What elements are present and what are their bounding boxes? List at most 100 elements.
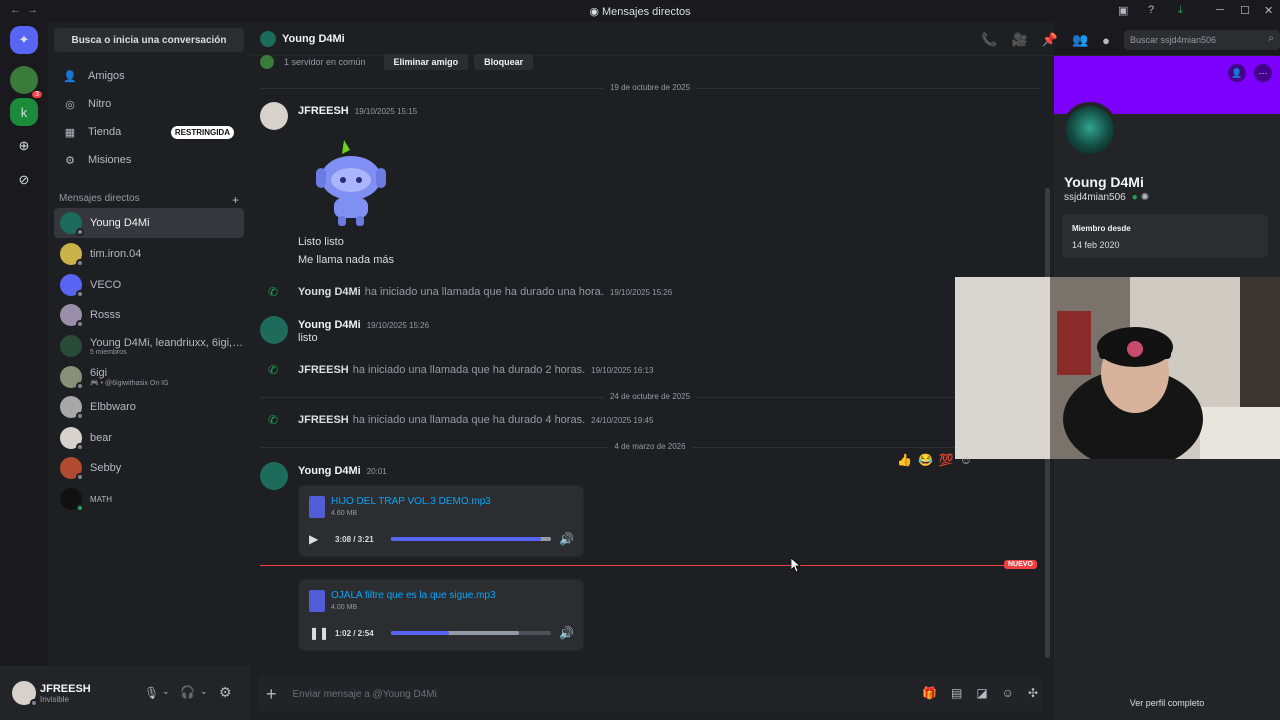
server-icon[interactable]: 3 [10, 66, 42, 98]
header-toolbar: 📞 🎥 📌 👥 ● Buscar ssjd4mian506 ⌕ [981, 30, 1280, 50]
call-author[interactable]: JFREESH [298, 414, 349, 426]
message-author[interactable]: JFREESH [298, 105, 349, 117]
dm-item[interactable]: bear [54, 423, 244, 453]
settings-gear-icon[interactable]: ⚙ [219, 684, 232, 701]
volume-icon[interactable]: 🔊 [559, 626, 574, 640]
user-info: JFREESH Invisible [40, 683, 91, 704]
message-input[interactable]: Enviar mensaje a @Young D4Mi [293, 689, 437, 700]
mention-badge: 3 [32, 91, 42, 98]
dm-header: Mensajes directos + [59, 193, 239, 207]
nav-shop[interactable]: ▦ Tienda RESTRINGIDA [56, 118, 244, 146]
remove-friend-button[interactable]: Eliminar amigo [383, 54, 469, 70]
pin-icon[interactable]: 📌 [1042, 32, 1058, 48]
message-timestamp: 19/10/2025 15:26 [366, 321, 430, 330]
profile-username: ssjd4mian506 ● ✺ [1064, 192, 1150, 203]
add-dm-icon[interactable]: + [232, 193, 239, 207]
wumpus-sticker [316, 140, 386, 226]
add-reaction-icon[interactable]: ☺ [960, 453, 972, 467]
reaction-thumbs-up[interactable]: 👍 [897, 453, 912, 467]
server-icon[interactable]: k [10, 98, 38, 126]
call-author[interactable]: JFREESH [298, 364, 349, 376]
mouse-cursor-icon [791, 558, 801, 572]
reaction-100[interactable]: 💯 [939, 453, 954, 467]
mutual-servers[interactable]: 1 servidor en común [284, 57, 366, 67]
nav-friends[interactable]: 👤 Amigos [56, 62, 244, 90]
gif-icon[interactable]: ▤ [951, 686, 962, 700]
help-icon[interactable]: ? [1148, 4, 1154, 16]
chat-header: Young D4Mi 📞 🎥 📌 👥 ● Buscar ssjd4mian506… [250, 22, 1280, 56]
voice-call-icon[interactable]: 📞 [981, 32, 997, 48]
apps-icon[interactable]: ✣ [1028, 686, 1038, 700]
explore-icon[interactable]: ⊘ [10, 166, 38, 194]
avatar [260, 30, 276, 47]
more-options-icon[interactable]: ⋯ [1254, 64, 1272, 82]
gift-icon[interactable]: 🎁 [922, 686, 937, 700]
close-button[interactable]: ✕ [1264, 4, 1273, 17]
dm-item[interactable]: tim.iron.04 [54, 239, 244, 269]
block-button[interactable]: Bloquear [474, 54, 534, 70]
avatar[interactable] [260, 462, 288, 490]
add-friends-icon[interactable]: 👥 [1072, 32, 1088, 48]
member-since-date: 14 feb 2020 [1072, 240, 1120, 250]
message-composer[interactable]: + Enviar mensaje a @Young D4Mi 🎁 ▤ ◪ ☺ ✣ [258, 676, 1042, 712]
reaction-laugh[interactable]: 😂 [918, 453, 933, 467]
chevron-down-icon[interactable]: ⌄ [162, 686, 170, 697]
inbox-icon[interactable]: ▣ [1118, 4, 1128, 17]
play-icon[interactable]: ▶ [309, 532, 325, 546]
audio-file-size: 4.60 MB [331, 510, 358, 517]
audio-file-name[interactable]: HIJO DEL TRAP VOL.3 DEMO.mp3 [331, 496, 491, 507]
dm-item[interactable]: VECO [54, 270, 244, 300]
profile-avatar[interactable] [1062, 102, 1118, 158]
nav-label: Misiones [88, 154, 132, 166]
dm-item[interactable]: Elbbwaro [54, 392, 244, 422]
emoji-icon[interactable]: ☺ [1002, 686, 1014, 700]
nav-nitro[interactable]: ◎ Nitro [56, 90, 244, 118]
message-author[interactable]: Young D4Mi [298, 319, 361, 331]
group-dm-item[interactable]: Young D4Mi, leandriuxx, 6igi, w... 5 miem… [54, 331, 244, 361]
audio-seek-bar[interactable] [391, 631, 551, 635]
add-server-icon[interactable]: ⊕ [10, 132, 38, 160]
dm-item[interactable]: 6igi 🎮 • @6igiwithasix On IG [54, 362, 244, 392]
add-friend-icon[interactable]: 👤 [1228, 64, 1246, 82]
avatar [60, 396, 84, 420]
call-log: ✆ JFREESH ha iniciado una llamada que ha d… [268, 413, 653, 427]
audio-progress [391, 631, 449, 635]
chevron-down-icon[interactable]: ⌄ [200, 686, 208, 697]
user-avatar[interactable] [12, 681, 38, 707]
minimize-button[interactable]: ─ [1216, 4, 1224, 16]
message-timestamp: 19/10/2025 15:15 [354, 107, 418, 116]
dm-item[interactable]: Rosss [54, 300, 244, 330]
headphones-icon[interactable]: 🎧 [180, 685, 195, 699]
dm-item[interactable]: Young D4Mi [54, 208, 244, 238]
audio-file-name[interactable]: OJALA filtre que es la que sigue.mp3 [331, 590, 496, 601]
sticker-icon[interactable]: ◪ [976, 686, 987, 700]
add-attachment-icon[interactable]: + [266, 684, 277, 705]
chat-search-input[interactable]: Buscar ssjd4mian506 ⌕ [1124, 30, 1280, 50]
video-call-icon[interactable]: 🎥 [1012, 32, 1028, 48]
conversation-search-button[interactable]: Busca o inicia una conversación [54, 28, 244, 52]
view-full-profile-link[interactable]: Ver perfil completo [1054, 698, 1280, 708]
volume-icon[interactable]: 🔊 [559, 532, 574, 546]
user-name: JFREESH [40, 682, 91, 695]
audio-seek-bar[interactable] [391, 537, 551, 541]
dm-item[interactable]: Sebby [54, 453, 244, 483]
avatar[interactable] [260, 102, 288, 130]
dm-name: 6igi [90, 367, 108, 379]
download-icon[interactable]: ⤓ [1178, 4, 1183, 17]
discord-home-icon[interactable]: ✦ [10, 26, 38, 54]
avatar [60, 274, 84, 298]
profile-name: Young D4Mi [1064, 174, 1144, 190]
call-timestamp: 19/10/2025 15:26 [609, 287, 673, 297]
avatar[interactable] [260, 316, 288, 344]
microphone-icon[interactable]: 🎙 [144, 686, 159, 700]
pause-icon[interactable]: ❚❚ [309, 626, 329, 640]
nav-quests[interactable]: ⚙ Misiones [56, 146, 244, 174]
message-author[interactable]: Young D4Mi [298, 465, 361, 477]
maximize-button[interactable]: ☐ [1240, 4, 1250, 17]
reaction-bar: 👍 😂 💯 ☺ [897, 453, 972, 467]
window-title: ◉ Mensajes directos [589, 6, 691, 18]
call-author[interactable]: Young D4Mi [298, 286, 361, 298]
profile-icon[interactable]: ● [1102, 33, 1110, 48]
dm-item[interactable]: MATH [54, 484, 244, 514]
call-text: ha iniciado una llamada que ha durado 4 … [352, 414, 586, 426]
